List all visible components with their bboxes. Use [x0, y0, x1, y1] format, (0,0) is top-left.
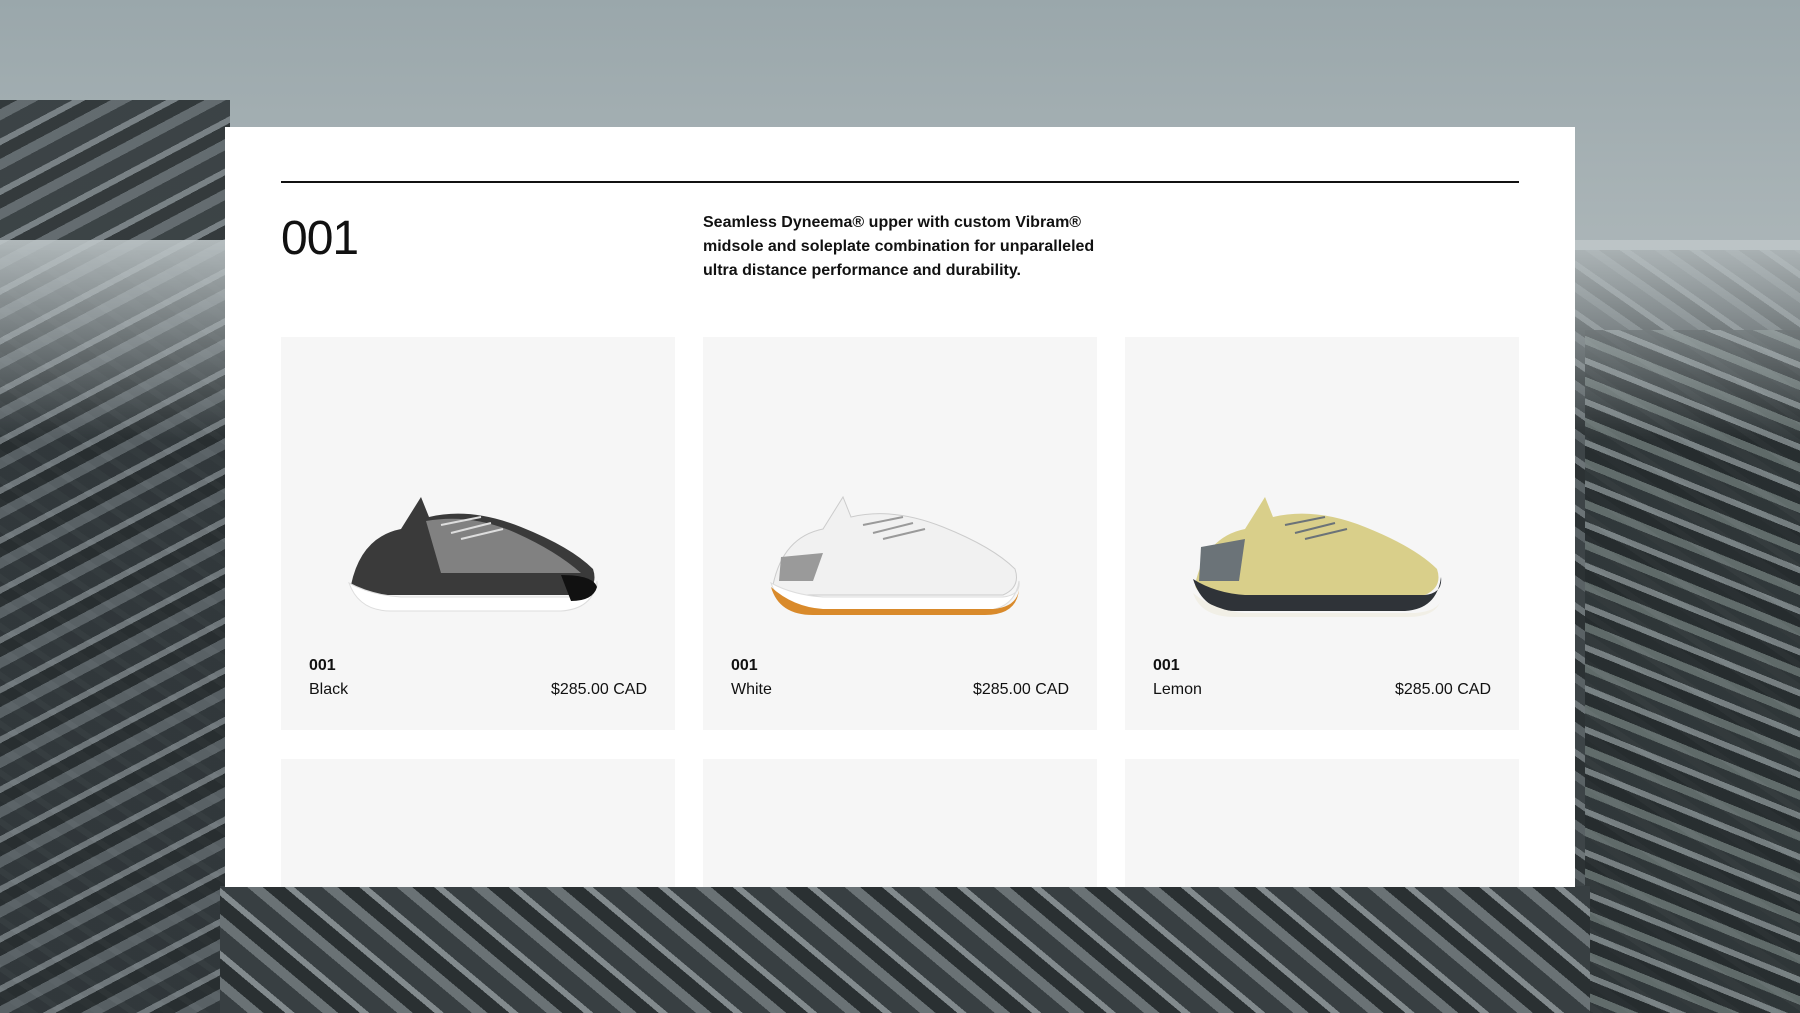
section-title: 001	[281, 212, 359, 265]
product-card-placeholder[interactable]	[1125, 759, 1519, 887]
product-code: 001	[1153, 657, 1180, 674]
rocks-left	[0, 100, 230, 1013]
product-price: $285.00 CAD	[550, 681, 647, 698]
product-panel: 001 Seamless Dyneema® upper with custom …	[225, 127, 1575, 887]
product-card-white[interactable]: 001 White $285.00 CAD	[703, 337, 1097, 730]
shoe-image	[1193, 497, 1442, 617]
shoe-black-illustration	[348, 497, 598, 612]
product-price: $285.00 CAD	[972, 681, 1069, 698]
product-card-placeholder[interactable]	[281, 759, 675, 887]
rocks-bottom	[220, 886, 1590, 1013]
product-color: White	[731, 681, 772, 698]
product-code: 001	[731, 657, 758, 674]
product-color: Black	[309, 681, 349, 698]
product-card-placeholder[interactable]	[703, 759, 1097, 887]
section-divider	[281, 181, 1519, 183]
shoe-image	[348, 497, 598, 612]
shoe-white-illustration	[770, 495, 1020, 615]
product-code: 001	[309, 657, 336, 674]
section-description: Seamless Dyneema® upper with custom Vibr…	[703, 214, 1095, 279]
shoe-image	[770, 495, 1020, 615]
product-card-black[interactable]: 001 Black $285.00 CAD	[281, 337, 675, 730]
shoe-lemon-illustration	[1193, 497, 1442, 617]
product-price: $285.00 CAD	[1394, 681, 1491, 698]
product-card-lemon[interactable]: 001 Lemon $285.00 CAD	[1125, 337, 1519, 730]
product-color: Lemon	[1153, 681, 1202, 698]
